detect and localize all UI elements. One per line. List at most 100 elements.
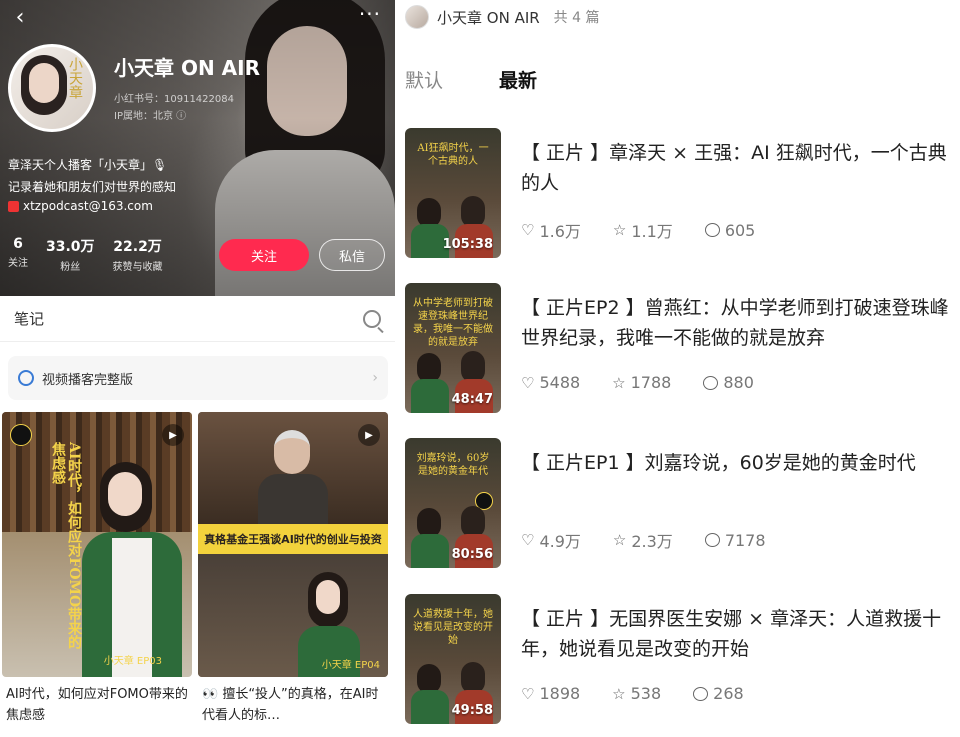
stars-count: 1788 — [630, 373, 672, 392]
comments-count: 268 — [713, 684, 744, 703]
stat-likes[interactable]: 22.2万 获赞与收藏 — [113, 236, 163, 273]
notes-title[interactable]: 笔记 — [14, 308, 44, 329]
collection-icon — [18, 370, 34, 386]
episode-thumbnail[interactable]: 从中学老师到打破速登珠峰世界纪录，我唯一不能做的就是放弃 48:47 — [405, 283, 501, 413]
comments-count: 7178 — [724, 530, 766, 550]
comments-count: 880 — [723, 373, 754, 392]
comment-icon: c — [704, 533, 720, 547]
episode-thumbnail[interactable]: AI狂飙时代，一个古典的人 105:38 — [405, 128, 501, 258]
stars[interactable]: ☆ 1788 — [612, 373, 671, 392]
episode-thumbnail[interactable]: 人道救援十年，她说看见是改变的开始 49:58 — [405, 594, 501, 724]
stat-num: 33.0万 — [46, 239, 95, 255]
episode-title[interactable]: 【 正片 】无国界医生安娜 × 章泽天：人道救援十年，她说看见是改变的开始 — [521, 604, 960, 664]
episode-duration: 49:58 — [451, 703, 493, 718]
note-thumbnail[interactable]: AI时代，如何应对FOMO带来的焦虑感 ▶ 小天章 EP03 — [2, 412, 192, 677]
thumbnail-title: 人道救援十年，她说看见是改变的开始 — [413, 609, 493, 646]
stars-count: 1.1万 — [631, 222, 673, 241]
search-icon[interactable] — [363, 309, 381, 328]
sort-tabs: 默认 最新 — [405, 66, 537, 93]
episode-thumbnail[interactable]: 刘嘉玲说，60岁是她的黄金年代 80:56 — [405, 438, 501, 568]
likes[interactable]: ♡ 5488 — [521, 373, 580, 392]
stars-count: 538 — [630, 684, 662, 703]
comment-icon: c — [703, 375, 719, 390]
heart-icon: ♡ — [521, 684, 535, 703]
thumbnail-signature: 小天章 EP04 — [321, 660, 380, 671]
comments[interactable]: c 268 — [693, 684, 744, 703]
more-icon[interactable]: ··· — [359, 2, 381, 26]
email[interactable]: xtzpodcast@163.com — [8, 199, 153, 213]
thumbnail-title: 从中学老师到打破速登珠峰世界纪录，我唯一不能做的就是放弃 — [413, 298, 493, 348]
likes[interactable]: ♡ 4.9万 — [521, 528, 581, 552]
comments[interactable]: c 880 — [703, 373, 754, 392]
comments[interactable]: c 605 — [704, 221, 755, 240]
profile-stats: 6 关注 33.0万 粉丝 22.2万 获赞与收藏 — [8, 236, 163, 273]
likes-count: 5488 — [539, 373, 581, 392]
likes-count: 1898 — [539, 684, 581, 703]
avatar[interactable]: 小天章 — [8, 44, 96, 132]
episode-title[interactable]: 【 正片EP1 】刘嘉玲说，60岁是她的黄金时代 — [521, 448, 960, 478]
episode-meta: ♡1.6万 ☆1.1万 c 605 — [521, 218, 755, 242]
play-icon: ▶ — [358, 424, 380, 446]
stat-label: 获赞与收藏 — [112, 262, 163, 273]
tab-latest[interactable]: 最新 — [499, 66, 537, 93]
episode-meta: ♡5488 ☆1788 c 880 — [521, 373, 754, 392]
stars[interactable]: ☆ 2.3万 — [613, 528, 673, 552]
episode-row[interactable]: AI狂飙时代，一个古典的人 105:38 【 正片 】章泽天 × 王强：AI 狂… — [405, 128, 955, 258]
episode-title[interactable]: 【 正片 】章泽天 × 王强：AI 狂飙时代，一个古典的人 — [521, 138, 960, 198]
collection-count: 共 4 篇 — [553, 10, 600, 26]
page: ‹ ··· 小天章 小天章 ON AIR 小红书号：10911422084 IP… — [0, 0, 960, 737]
heart-icon: ♡ — [521, 531, 535, 549]
episode-meta: ♡4.9万 ☆2.3万 c 7178 — [521, 528, 766, 552]
profile-name: 小天章 ON AIR — [114, 56, 260, 80]
play-icon: ▶ — [162, 424, 184, 446]
message-button[interactable]: 私信 — [319, 239, 385, 271]
stat-followers[interactable]: 33.0万 粉丝 — [46, 236, 95, 273]
episode-row[interactable]: 刘嘉玲说，60岁是她的黄金年代 80:56 【 正片EP1 】刘嘉玲说，60岁是… — [405, 438, 955, 568]
thumbnail-banner: 真格基金王强谈AI时代的创业与投资 — [198, 524, 388, 554]
note-caption[interactable]: 👀 擅长“投人”的真格，在AI时代看人的标… — [202, 684, 386, 728]
note-thumbnail[interactable]: 真格基金王强谈AI时代的创业与投资 ▶ 小天章 EP04 — [198, 412, 388, 677]
avatar[interactable] — [405, 5, 429, 29]
note-caption[interactable]: AI时代，如何应对FOMO带来的焦虑感 — [6, 684, 190, 728]
likes[interactable]: ♡ 1.6万 — [521, 218, 581, 242]
star-icon: ☆ — [612, 531, 627, 549]
collection-entry[interactable]: 视频播客完整版 › — [8, 356, 388, 400]
stars[interactable]: ☆ 1.1万 — [613, 218, 673, 242]
episode-duration: 80:56 — [451, 547, 493, 562]
stat-following[interactable]: 6 关注 — [8, 236, 28, 273]
likes-count: 4.9万 — [539, 532, 581, 551]
profile-panel: ‹ ··· 小天章 小天章 ON AIR 小红书号：10911422084 IP… — [0, 0, 395, 737]
profile-id: 小红书号：10911422084 — [114, 94, 234, 105]
comments[interactable]: c 7178 — [704, 530, 766, 550]
collection-owner: 小天章 ON AIR — [437, 8, 540, 27]
stat-num: 22.2万 — [113, 239, 162, 255]
collection-header: 小天章 ON AIR 共 4 篇 — [405, 4, 599, 30]
heart-icon: ♡ — [521, 373, 535, 392]
collection-panel: 小天章 ON AIR 共 4 篇 默认 最新 AI狂飙时代，一个古典的人 105… — [395, 0, 960, 737]
profile-hero: ‹ ··· 小天章 小天章 ON AIR 小红书号：10911422084 IP… — [0, 0, 395, 296]
note-card[interactable]: 真格基金王强谈AI时代的创业与投资 ▶ 小天章 EP04 👀 擅长“投人”的真格… — [198, 412, 388, 737]
star-icon: ☆ — [612, 221, 627, 239]
heart-icon: ♡ — [521, 221, 535, 239]
follow-button[interactable]: 关注 — [219, 239, 309, 271]
bio-line-1: 章泽天个人播客「小天章」🎙 — [8, 158, 168, 172]
collection-label: 视频播客完整版 — [42, 372, 134, 388]
tab-default[interactable]: 默认 — [405, 66, 443, 93]
mail-icon — [8, 200, 19, 212]
episode-title[interactable]: 【 正片EP2 】曾燕红：从中学老师到打破速登珠峰世界纪录，我唯一不能做的就是放… — [521, 293, 960, 353]
ip-location: IP属地：北京 ⓘ — [114, 111, 187, 122]
note-card[interactable]: AI时代，如何应对FOMO带来的焦虑感 ▶ 小天章 EP03 AI时代，如何应对… — [2, 412, 192, 737]
notes-bar: 笔记 — [0, 296, 395, 342]
episode-meta: ♡1898 ☆538 c 268 — [521, 684, 744, 703]
likes[interactable]: ♡ 1898 — [521, 684, 580, 703]
episode-row[interactable]: 人道救援十年，她说看见是改变的开始 49:58 【 正片 】无国界医生安娜 × … — [405, 594, 955, 724]
comment-icon: c — [704, 223, 720, 237]
episode-row[interactable]: 从中学老师到打破速登珠峰世界纪录，我唯一不能做的就是放弃 48:47 【 正片E… — [405, 283, 955, 413]
chevron-left-icon[interactable]: ‹ — [8, 6, 32, 30]
episode-duration: 105:38 — [442, 237, 493, 252]
stat-num: 6 — [13, 236, 23, 252]
podcast-logo-icon — [10, 424, 32, 446]
stars[interactable]: ☆ 538 — [612, 684, 661, 703]
avatar-text: 小天章 — [67, 57, 83, 99]
star-icon: ☆ — [612, 684, 626, 703]
